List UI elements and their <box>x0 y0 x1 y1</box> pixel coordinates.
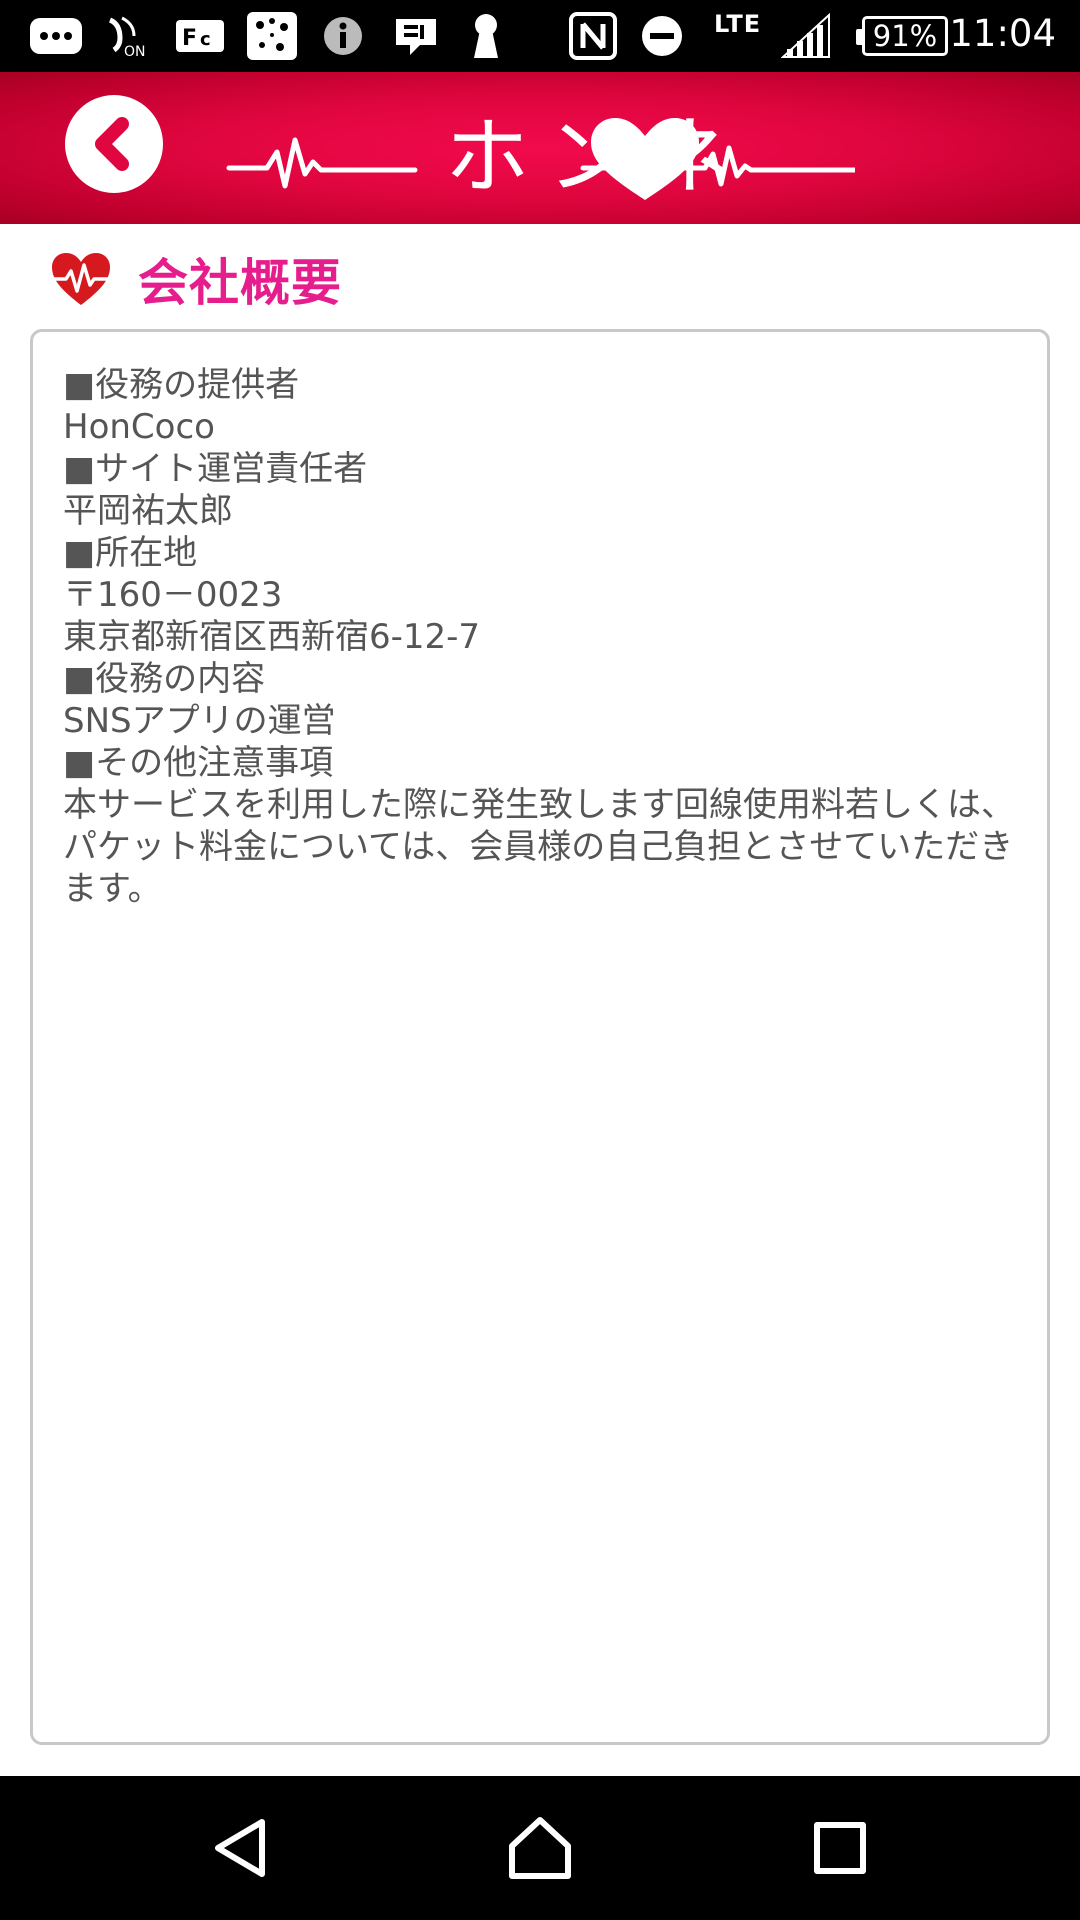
more-icon <box>28 12 84 60</box>
nav-home-button[interactable] <box>490 1798 590 1898</box>
nfc-icon <box>566 12 620 60</box>
fc-icon: Fc <box>172 12 228 60</box>
company-info-text: ■役務の提供者 HonCoco ■サイト運営責任者 平岡祐太郎 ■所在地 〒16… <box>63 364 1023 910</box>
svg-text:F: F <box>182 26 197 51</box>
svg-text:c: c <box>200 29 211 50</box>
content-line: ■役務の内容 <box>63 659 266 699</box>
back-triangle-icon <box>215 1819 265 1877</box>
content-line: ■役務の提供者 <box>63 365 300 405</box>
content-line: 本サービスを利用した際に発生致します回線使用料若しくは、パケット料金については、… <box>63 785 1015 909</box>
heartbeat-icon <box>52 253 110 305</box>
app-header: ホンネ <box>0 72 1080 224</box>
keyhole-icon <box>464 12 508 60</box>
nav-back-button[interactable] <box>192 1798 292 1898</box>
home-icon <box>509 1817 571 1879</box>
content-line: SNSアプリの運営 <box>63 701 336 741</box>
chevron-left-icon <box>95 117 129 171</box>
page-title: 会社概要 <box>138 254 342 312</box>
navigation-bar <box>0 1776 1080 1920</box>
battery-level: 91% <box>872 19 938 53</box>
content-line: ■サイト運営責任者 <box>63 449 368 489</box>
nav-recents-button[interactable] <box>790 1798 890 1898</box>
content-line: 平岡祐太郎 <box>63 491 233 531</box>
info-icon <box>318 12 368 60</box>
section-title-row: 会社概要 <box>50 244 342 314</box>
connect-icon <box>244 12 300 60</box>
lte-label: LTE <box>714 10 762 38</box>
status-clock: 11:04 <box>949 12 1056 55</box>
signal-icon <box>776 12 836 60</box>
content-line: 東京都新宿区西新宿6-12-7 <box>63 617 481 657</box>
content-box[interactable]: ■役務の提供者 HonCoco ■サイト運営責任者 平岡祐太郎 ■所在地 〒16… <box>30 329 1050 1745</box>
chat-icon <box>388 12 444 60</box>
content-line: HonCoco <box>63 407 215 447</box>
status-bar: ON Fc LTE 91% 11:04 <box>0 0 1080 72</box>
recents-icon <box>814 1822 866 1874</box>
content-line: ■その他注意事項 <box>63 743 334 783</box>
app-logo: ホンネ <box>226 108 855 206</box>
battery-icon: 91% <box>856 16 948 56</box>
content-line: ■所在地 <box>63 533 198 573</box>
svg-text:ON: ON <box>124 44 146 60</box>
wifi-calling-icon: ON <box>100 12 156 60</box>
do-not-disturb-icon <box>638 12 686 60</box>
content-line: 〒160－0023 <box>63 575 283 615</box>
back-button[interactable] <box>65 95 163 193</box>
